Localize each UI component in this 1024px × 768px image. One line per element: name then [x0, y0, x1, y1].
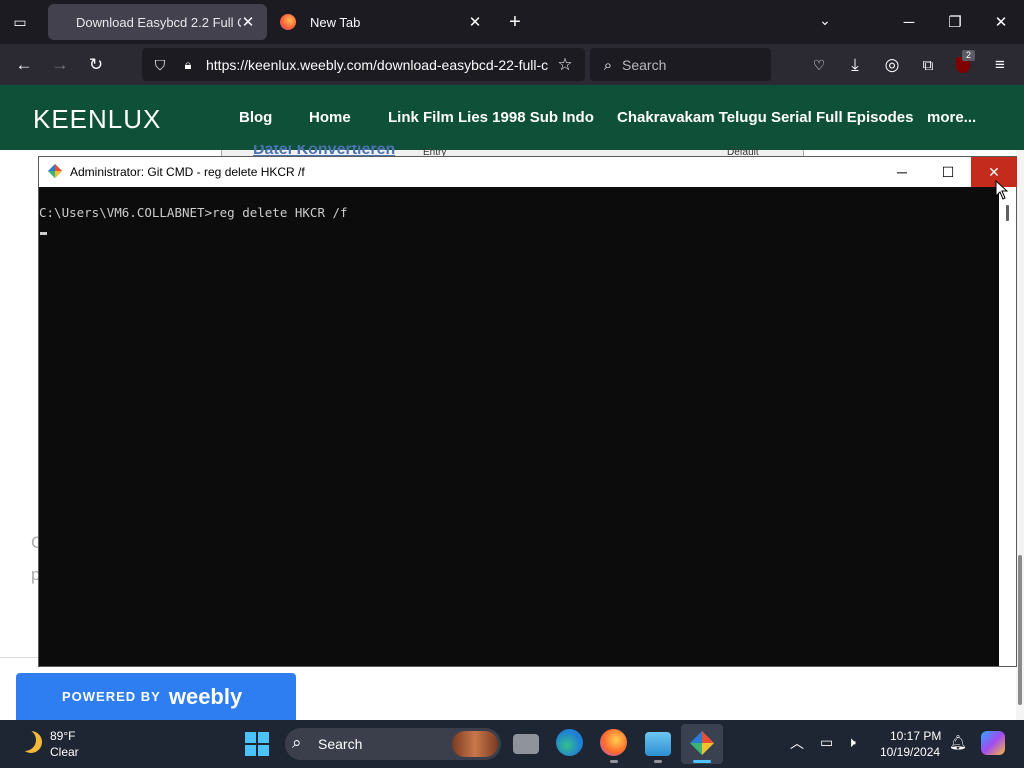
cmd-window[interactable]: Administrator: Git CMD - reg delete HKCR…	[38, 156, 1017, 667]
cmd-console[interactable]: C:\Users\VM6.COLLABNET>reg delete HKCR /…	[39, 187, 999, 666]
reload-icon[interactable]: ↻	[83, 52, 109, 78]
weather-condition[interactable]: Clear	[50, 745, 79, 759]
firefox-running-indicator	[610, 760, 618, 763]
minimize-button[interactable]: ─	[886, 0, 932, 44]
control-panel-running-indicator	[654, 760, 662, 763]
tab-title: Download Easybcd 2.2 Full Crac	[76, 14, 241, 30]
git-taskbar-icon	[690, 731, 714, 755]
git-icon	[48, 164, 62, 178]
control-panel-icon[interactable]	[645, 732, 671, 756]
git-cmd-active-indicator	[693, 760, 711, 763]
restore-button[interactable]: ❐	[932, 0, 978, 44]
nav-blog[interactable]: Blog	[239, 109, 272, 126]
task-view-icon[interactable]	[513, 734, 539, 754]
forward-arrow-icon[interactable]: →	[47, 52, 73, 78]
firefox-icon	[280, 14, 296, 30]
volume-muted-icon[interactable]: 🕨︎	[847, 734, 856, 751]
back-arrow-icon[interactable]: ←	[11, 52, 37, 78]
taskbar-search-icon: ⌕	[292, 733, 302, 752]
account-icon[interactable]: ◎	[879, 52, 905, 78]
tray-chevron-up-icon[interactable]: ︿	[790, 733, 804, 753]
pocket-icon[interactable]: ♡	[806, 52, 832, 78]
firefox-taskbar-icon[interactable]	[600, 729, 627, 756]
tab-new-tab[interactable]: New Tab ✕	[272, 4, 494, 40]
search-highlight-image	[452, 731, 498, 757]
tab-overview-icon[interactable]: ▭	[10, 12, 30, 32]
cmd-maximize-button[interactable]: ☐	[925, 157, 971, 187]
tab-close-icon[interactable]: ✕	[239, 13, 257, 31]
cmd-minimize-button[interactable]: ─	[879, 157, 925, 187]
site-logo[interactable]: KEENLUX	[33, 104, 161, 135]
new-tab-plus-icon[interactable]: +	[505, 10, 525, 34]
powered-by-weebly-banner[interactable]: POWERED BY weebly	[16, 673, 296, 720]
taskbar	[0, 720, 1024, 768]
cmd-title-bar[interactable]: Administrator: Git CMD - reg delete HKCR…	[39, 157, 1017, 187]
cmd-scrollbar-thumb[interactable]	[1006, 205, 1009, 221]
cmd-close-button[interactable]: ✕	[971, 157, 1017, 187]
close-window-button[interactable]: ✕	[978, 0, 1024, 44]
nav-more[interactable]: more...	[927, 109, 976, 126]
bookmark-star-icon[interactable]: ☆	[552, 52, 578, 78]
taskbar-search-label: Search	[318, 736, 363, 752]
page-scrollbar-thumb[interactable]	[1018, 555, 1022, 705]
tracking-shield-icon[interactable]: ⛉	[147, 52, 173, 78]
search-placeholder: Search	[622, 57, 667, 73]
tab-easybcd[interactable]: Download Easybcd 2.2 Full Crac ✕	[48, 4, 267, 40]
edge-icon[interactable]	[556, 729, 583, 756]
browser-tab-bar: ▭ Download Easybcd 2.2 Full Crac ✕ New T…	[0, 0, 1024, 44]
cmd-cursor	[40, 232, 47, 235]
tab-title: New Tab	[310, 14, 361, 30]
search-icon: ⌕	[603, 56, 613, 74]
menu-hamburger-icon[interactable]: ≡	[987, 52, 1013, 78]
list-all-tabs-chevron-icon[interactable]: ⌄	[815, 12, 835, 32]
copilot-icon[interactable]	[981, 731, 1005, 755]
weebly-logo: weebly	[168, 683, 243, 709]
lock-icon[interactable]: 🔒︎	[175, 52, 201, 78]
mouse-pointer-icon	[995, 179, 1009, 200]
clock-time[interactable]: 10:17 PM	[890, 729, 941, 743]
weather-moon-icon[interactable]	[20, 731, 42, 753]
weather-temp[interactable]: 89°F	[50, 729, 75, 743]
notification-bell-icon[interactable]: 🔔︎	[949, 734, 967, 751]
tab-close-icon[interactable]: ✕	[466, 13, 484, 31]
cmd-scrollbar[interactable]	[999, 187, 1016, 666]
nav-home[interactable]: Home	[309, 109, 351, 126]
extensions-icon[interactable]: ⧉	[915, 52, 941, 78]
clock-date[interactable]: 10/19/2024	[880, 745, 940, 759]
powered-by-label: POWERED BY	[62, 689, 161, 704]
start-windows-icon[interactable]	[245, 732, 269, 756]
url-text[interactable]: https://keenlux.weebly.com/download-easy…	[206, 57, 548, 73]
cmd-prompt-line: C:\Users\VM6.COLLABNET>reg delete HKCR /…	[39, 205, 348, 220]
network-icon[interactable]: ▭	[820, 734, 833, 751]
downloads-icon[interactable]: ⤓	[842, 52, 868, 78]
nav-chakravakam[interactable]: Chakravakam Telugu Serial Full Episodes	[617, 109, 914, 126]
cmd-title: Administrator: Git CMD - reg delete HKCR…	[70, 165, 305, 179]
extension-badge: 2	[962, 50, 975, 61]
nav-link-film[interactable]: Link Film Lies 1998 Sub Indo	[388, 109, 594, 126]
